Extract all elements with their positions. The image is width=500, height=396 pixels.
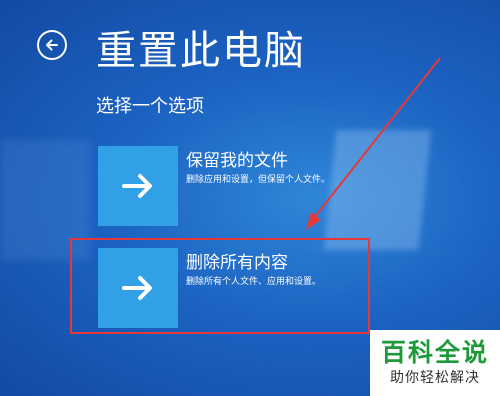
watermark-subtitle: 助你轻松解决 (390, 370, 480, 386)
option-description: 删除所有个人文件、应用和设置。 (186, 277, 322, 287)
screen-glare (0, 140, 90, 260)
watermark-logo: 百科全说 助你轻松解决 (370, 330, 500, 396)
arrow-right-icon (122, 174, 152, 198)
back-button[interactable] (37, 30, 67, 60)
remove-everything-option[interactable]: 删除所有内容 删除所有个人文件、应用和设置。 (98, 248, 368, 328)
arrow-right-icon (122, 276, 152, 300)
option-title: 删除所有内容 (186, 253, 288, 273)
option-title: 保留我的文件 (186, 151, 288, 171)
page-title: 重置此电脑 (96, 28, 306, 74)
option-tile (98, 146, 178, 226)
back-arrow-icon (46, 39, 58, 51)
watermark-title: 百科全说 (380, 338, 489, 367)
choose-option-label: 选择一个选项 (96, 96, 204, 117)
option-description: 删除应用和设置，但保留个人文件。 (186, 175, 331, 185)
option-tile (98, 248, 178, 328)
keep-my-files-option[interactable]: 保留我的文件 删除应用和设置，但保留个人文件。 (98, 146, 368, 226)
reset-pc-screen: 重置此电脑 选择一个选项 保留我的文件 删除应用和设置，但保留个人文件。 删除所… (0, 0, 500, 396)
